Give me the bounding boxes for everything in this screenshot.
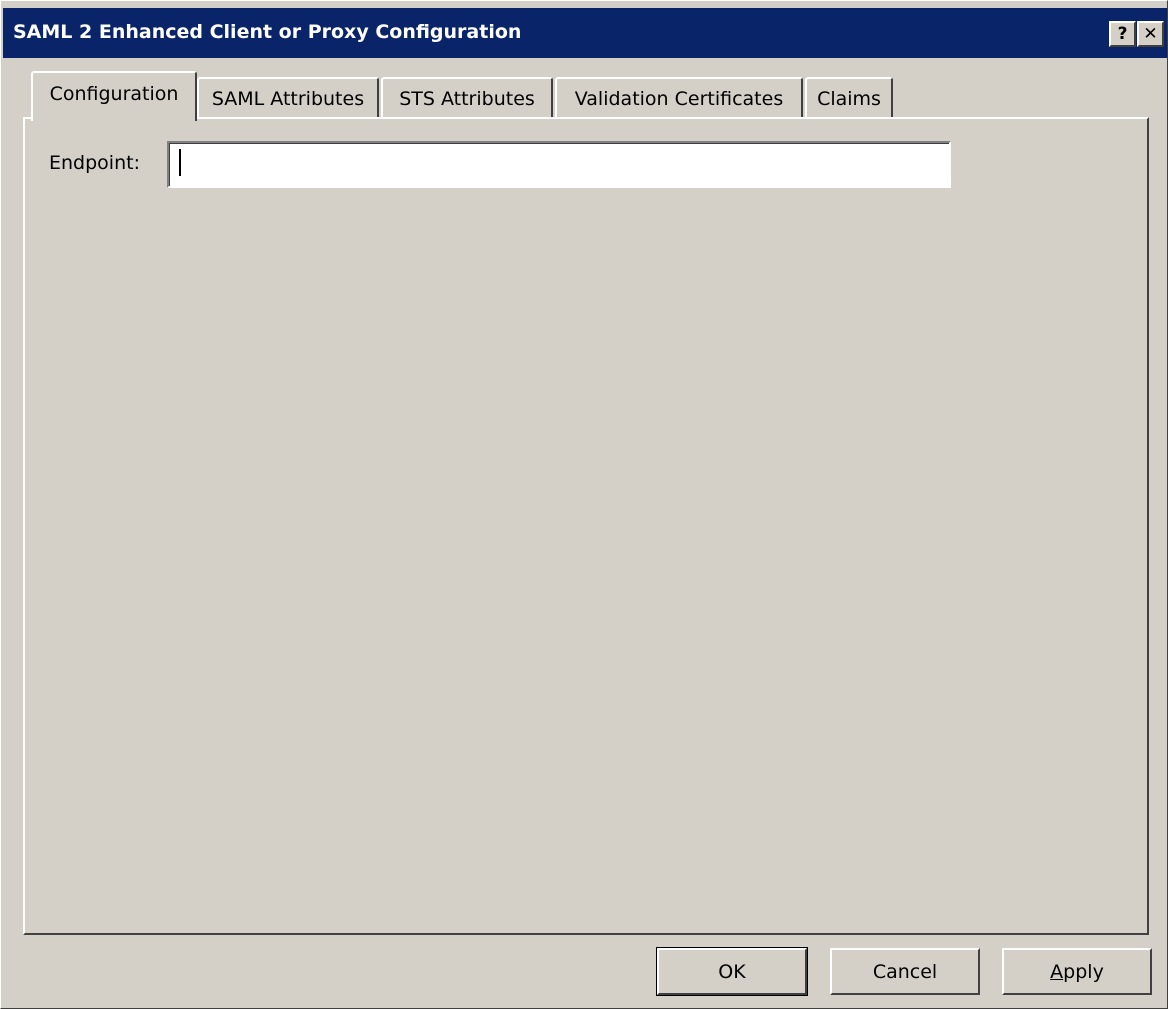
ok-button-label: OK — [718, 960, 746, 983]
cancel-button-label: Cancel — [872, 960, 938, 983]
apply-accelerator: A — [1050, 960, 1064, 983]
text-caret — [179, 149, 181, 176]
window-title: SAML 2 Enhanced Client or Proxy Configur… — [13, 21, 522, 43]
tab-saml-attributes[interactable]: SAML Attributes — [197, 77, 379, 119]
tab-claims[interactable]: Claims — [805, 77, 893, 119]
tab-configuration[interactable]: Configuration — [31, 71, 197, 121]
tab-label: STS Attributes — [399, 88, 535, 110]
title-bar[interactable]: SAML 2 Enhanced Client or Proxy Configur… — [3, 8, 1167, 58]
tab-panel-configuration — [23, 117, 1149, 935]
tab-strip: Configuration SAML Attributes STS Attrib… — [1, 71, 1168, 121]
apply-rest: pply — [1063, 960, 1104, 983]
help-button[interactable]: ? — [1109, 21, 1136, 47]
dialog-window: SAML 2 Enhanced Client or Proxy Configur… — [0, 0, 1168, 1009]
apply-button-label: Apply — [1050, 961, 1104, 983]
close-icon: ✕ — [1143, 23, 1158, 44]
endpoint-label: Endpoint: — [49, 152, 140, 174]
apply-button[interactable]: Apply — [1002, 948, 1152, 995]
tab-sts-attributes[interactable]: STS Attributes — [381, 77, 553, 119]
endpoint-input[interactable] — [167, 141, 951, 188]
tab-label: Configuration — [49, 83, 179, 105]
tab-label: Validation Certificates — [574, 88, 784, 110]
ok-button[interactable]: OK — [656, 947, 808, 996]
close-button[interactable]: ✕ — [1137, 21, 1164, 47]
tab-validation-certificates[interactable]: Validation Certificates — [555, 77, 803, 119]
cancel-button[interactable]: Cancel — [830, 948, 980, 995]
tab-label: SAML Attributes — [211, 88, 365, 110]
help-icon: ? — [1117, 23, 1128, 44]
tab-label: Claims — [817, 88, 881, 110]
